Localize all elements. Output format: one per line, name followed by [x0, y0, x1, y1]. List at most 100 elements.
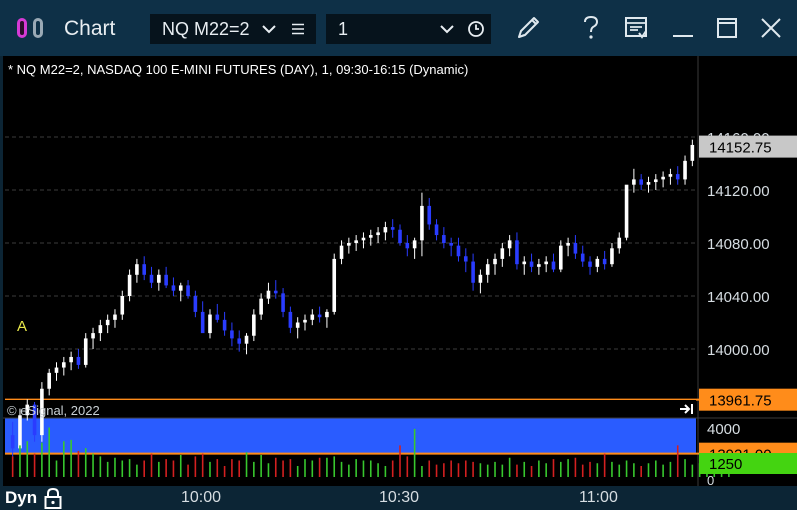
candle-body[interactable] — [390, 227, 395, 230]
clock-icon[interactable] — [467, 20, 485, 38]
candle-body[interactable] — [259, 298, 263, 315]
candle-body[interactable] — [449, 243, 453, 246]
candle-body[interactable] — [522, 261, 527, 265]
candle-body[interactable] — [368, 235, 373, 238]
candle-body[interactable] — [149, 274, 154, 283]
candle-body[interactable] — [427, 205, 432, 225]
candle-body[interactable] — [347, 243, 351, 246]
candle-body[interactable] — [485, 264, 490, 275]
candle-body[interactable] — [654, 179, 658, 183]
candle-body[interactable] — [442, 235, 446, 243]
candle-body[interactable] — [617, 237, 622, 249]
candle-body[interactable] — [120, 296, 125, 315]
candle-body[interactable] — [127, 274, 132, 296]
chevron-down-icon[interactable] — [262, 23, 276, 35]
candle-body[interactable] — [230, 330, 234, 339]
chevron-down-icon[interactable] — [440, 23, 454, 35]
candle-body[interactable] — [237, 338, 242, 344]
candle-body[interactable] — [10, 435, 15, 449]
candle-body[interactable] — [478, 274, 483, 283]
candle-body[interactable] — [588, 261, 592, 267]
candle-body[interactable] — [288, 311, 293, 328]
candle-body[interactable] — [639, 179, 643, 185]
interval-selector[interactable]: 1 — [326, 14, 491, 44]
candle-body[interactable] — [646, 182, 651, 185]
candle-body[interactable] — [683, 160, 687, 180]
candle-body[interactable] — [668, 174, 673, 177]
candle-body[interactable] — [544, 261, 548, 265]
candle-body[interactable] — [405, 243, 410, 249]
candle-body[interactable] — [98, 325, 103, 334]
candle-body[interactable] — [515, 240, 519, 265]
lock-icon[interactable] — [43, 487, 63, 509]
candle-body[interactable] — [383, 227, 388, 233]
candle-body[interactable] — [91, 333, 95, 339]
candle-body[interactable] — [54, 367, 59, 373]
candle-body[interactable] — [610, 248, 614, 265]
candle-body[interactable] — [69, 356, 73, 363]
candle-body[interactable] — [252, 314, 256, 336]
candle-body[interactable] — [47, 372, 51, 389]
candle-body[interactable] — [361, 237, 366, 241]
candle-body[interactable] — [18, 415, 22, 449]
candle-body[interactable] — [420, 205, 424, 241]
maximize-icon[interactable] — [710, 10, 744, 46]
candle-body[interactable] — [398, 229, 402, 243]
candle-body[interactable] — [200, 311, 205, 334]
candle-body[interactable] — [573, 243, 578, 254]
candle-body[interactable] — [310, 314, 315, 320]
candle-body[interactable] — [551, 261, 556, 270]
candle-body[interactable] — [83, 338, 88, 365]
candle-body[interactable] — [178, 285, 183, 291]
candle-body[interactable] — [595, 258, 600, 267]
candle-body[interactable] — [507, 240, 512, 249]
candle-body[interactable] — [222, 319, 227, 331]
candle-body[interactable] — [76, 356, 81, 365]
candle-body[interactable] — [434, 224, 439, 236]
candle-body[interactable] — [580, 253, 585, 262]
candle-body[interactable] — [690, 144, 695, 161]
candle-body[interactable] — [602, 258, 607, 265]
dynamic-mode-label[interactable]: Dyn — [5, 488, 37, 508]
candle-body[interactable] — [215, 314, 220, 320]
candle-body[interactable] — [113, 314, 117, 320]
candle-body[interactable] — [566, 243, 570, 246]
candle-body[interactable] — [273, 290, 278, 294]
minimize-icon[interactable] — [666, 10, 700, 46]
candle-body[interactable] — [558, 245, 563, 270]
candle-body[interactable] — [208, 314, 212, 334]
candle-body[interactable] — [303, 319, 307, 323]
candle-body[interactable] — [62, 362, 66, 368]
candle-body[interactable] — [675, 174, 680, 180]
candle-body[interactable] — [354, 240, 358, 243]
candle-body[interactable] — [339, 245, 344, 259]
candle-body[interactable] — [193, 296, 198, 312]
candle-body[interactable] — [537, 264, 541, 267]
candle-body[interactable] — [266, 290, 271, 299]
candle-body[interactable] — [142, 264, 147, 275]
candle-body[interactable] — [171, 285, 176, 291]
chart-canvas[interactable]: 14160.0014120.0014080.0014040.0014000.00… — [3, 56, 797, 486]
candle-body[interactable] — [157, 274, 161, 283]
candle-body[interactable] — [624, 184, 629, 238]
candle-body[interactable] — [186, 285, 190, 296]
candle-body[interactable] — [493, 258, 497, 265]
candle-body[interactable] — [295, 322, 300, 328]
draw-pencil-icon[interactable] — [508, 10, 548, 46]
candle-body[interactable] — [661, 176, 665, 180]
help-icon[interactable] — [575, 10, 607, 46]
candle-body[interactable] — [332, 258, 337, 312]
candle-body[interactable] — [463, 256, 468, 262]
candle-body[interactable] — [632, 179, 636, 185]
candle-body[interactable] — [317, 314, 322, 318]
close-icon[interactable] — [754, 10, 788, 46]
menu-icon[interactable] — [292, 23, 304, 35]
candle-body[interactable] — [164, 274, 168, 286]
price-chart[interactable]: 14160.0014120.0014080.0014040.0014000.00… — [3, 56, 797, 486]
candle-body[interactable] — [412, 240, 417, 249]
candle-body[interactable] — [325, 311, 329, 318]
candle-body[interactable] — [244, 335, 249, 344]
candle-body[interactable] — [471, 261, 475, 283]
candle-body[interactable] — [105, 319, 110, 326]
template-icon[interactable] — [619, 10, 653, 46]
